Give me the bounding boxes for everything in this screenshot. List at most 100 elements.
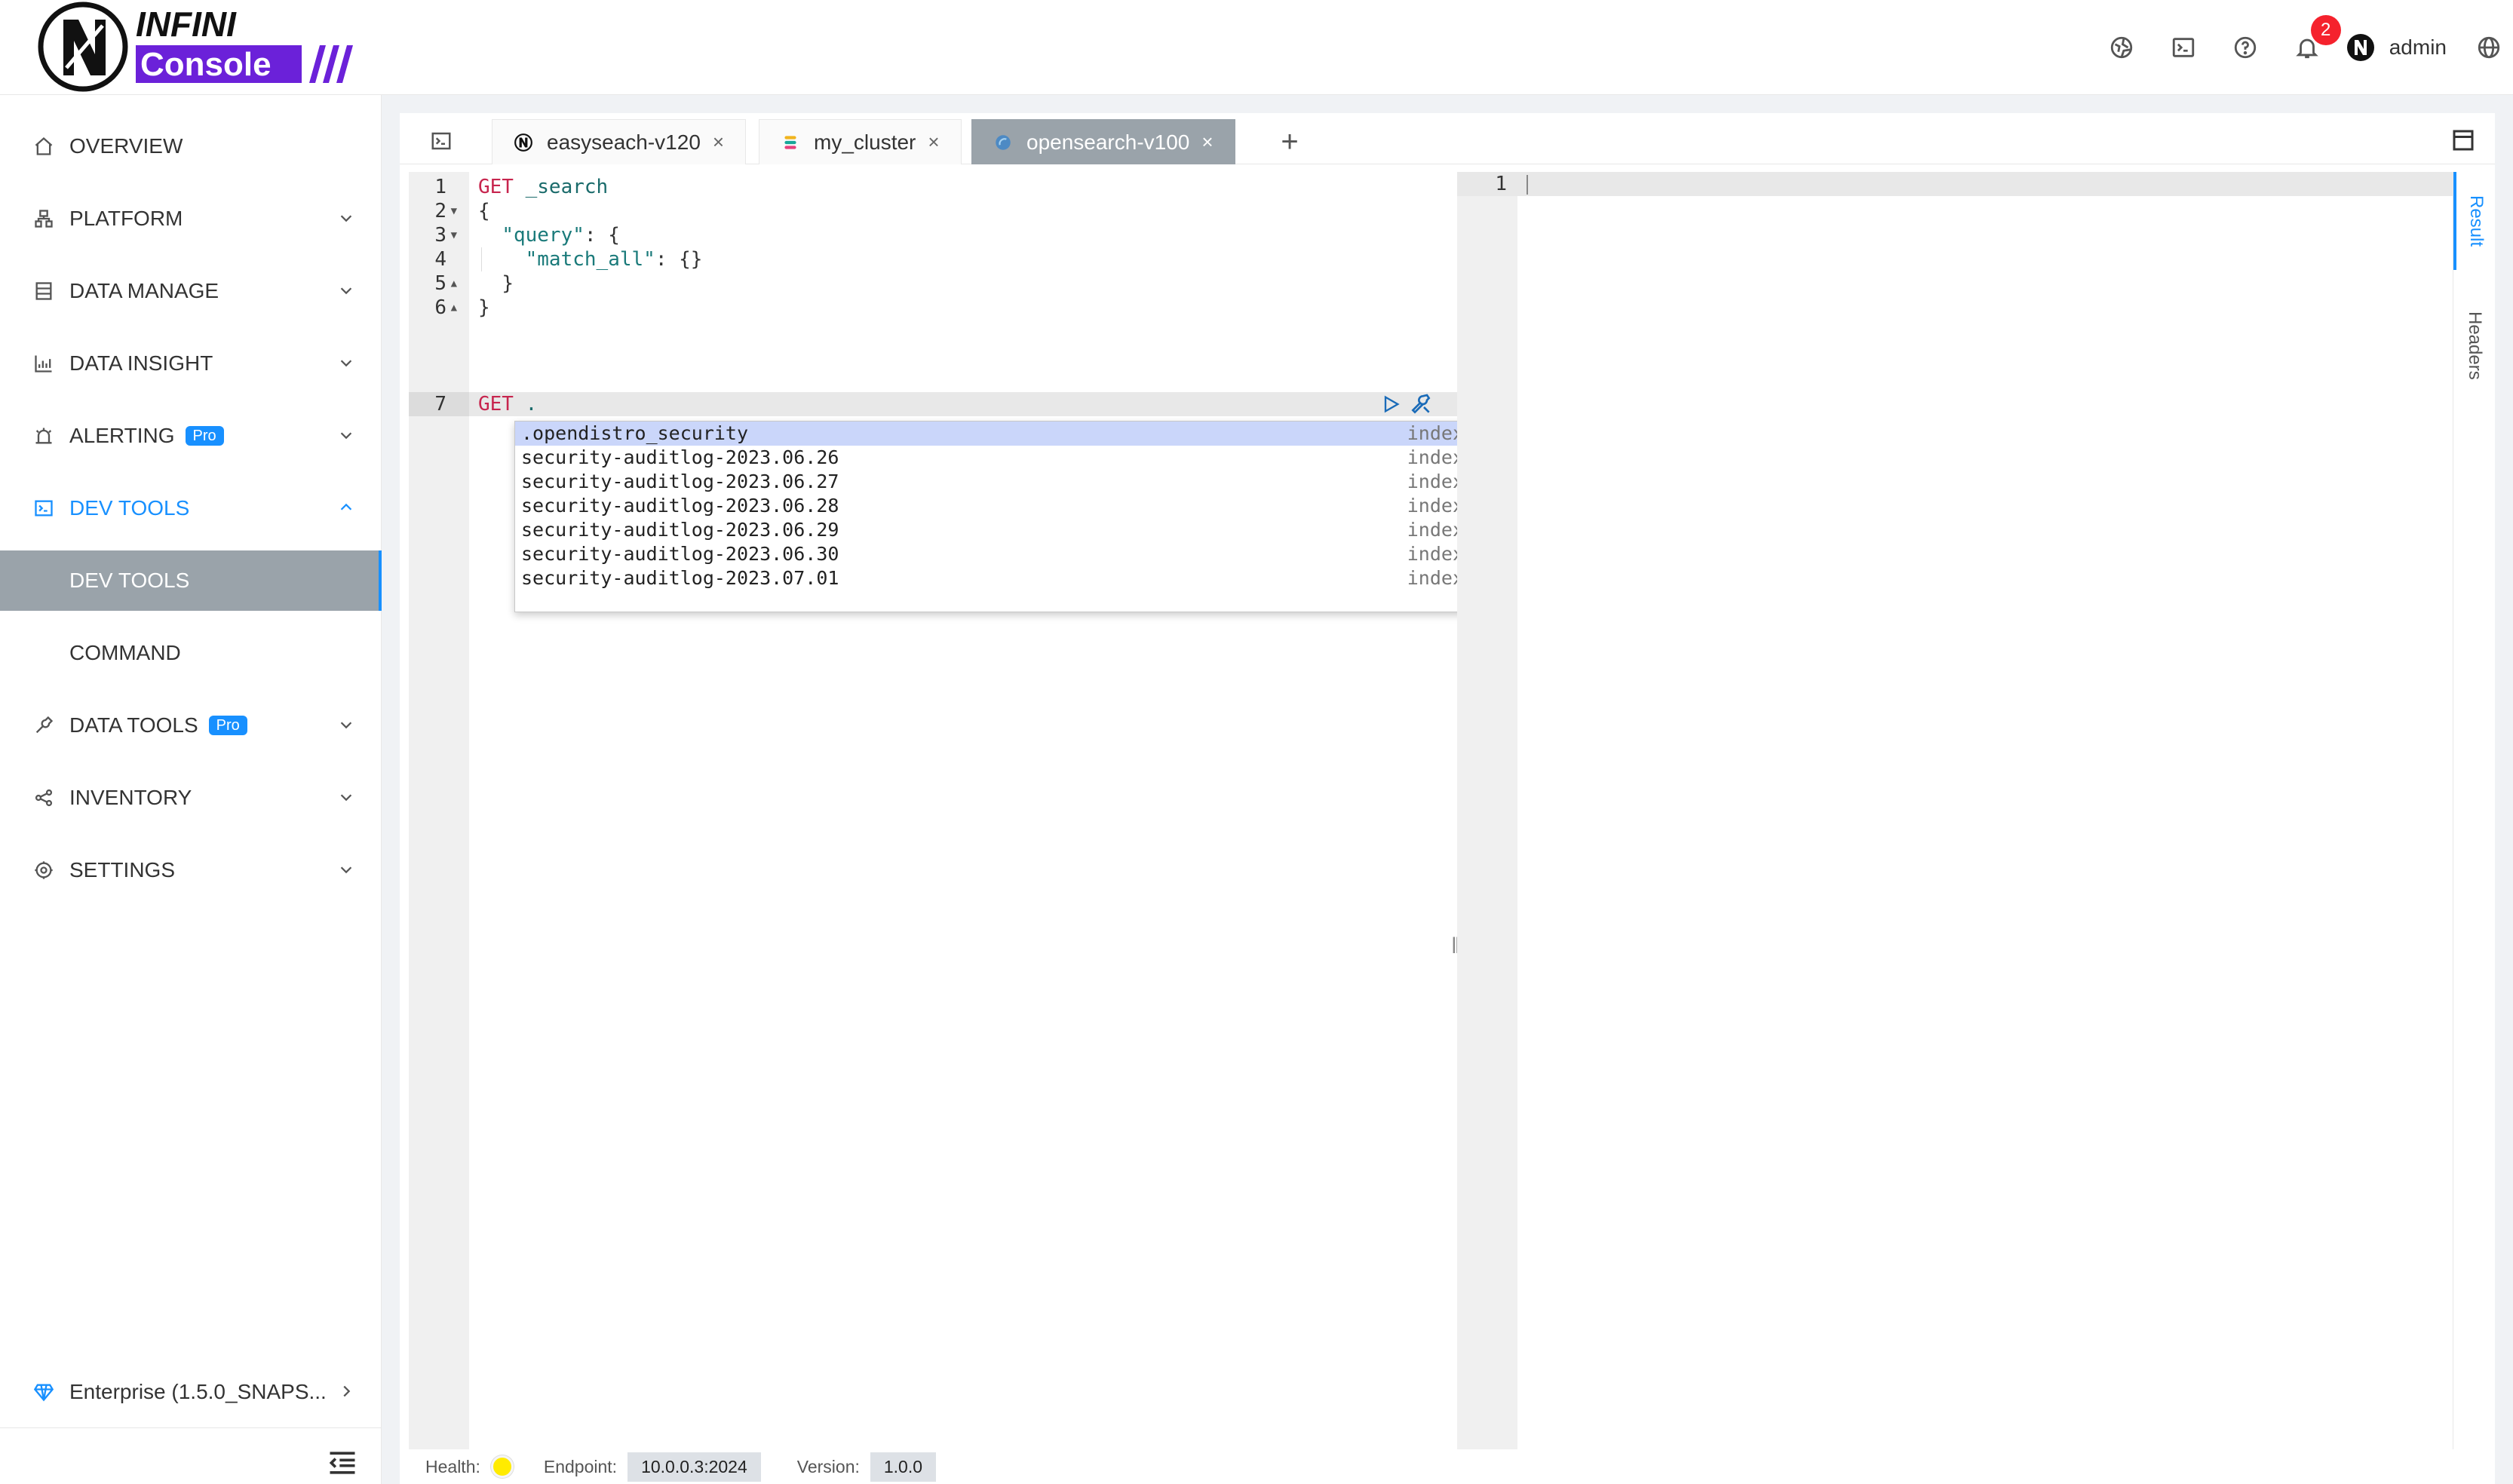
autocomplete-item[interactable]: security-auditlog-2023.07.01 index	[515, 566, 1479, 590]
chevron-down-icon	[340, 215, 352, 222]
console-icon[interactable]	[2152, 0, 2214, 95]
chevron-right-icon	[343, 1385, 351, 1397]
tab-my-cluster[interactable]: my_cluster ×	[759, 119, 962, 164]
add-tab-button[interactable]: +	[1267, 119, 1312, 164]
fold-icon[interactable]: ▼	[451, 199, 457, 223]
sidebar-item-data-tools[interactable]: DATA TOOLS Pro	[0, 695, 382, 756]
autocomplete-item[interactable]: .opendistro_security index	[515, 422, 1479, 446]
menu-fold-icon[interactable]	[326, 1446, 359, 1479]
text-cursor	[1527, 175, 1528, 195]
autocomplete-item[interactable]: security-auditlog-2023.06.29 index	[515, 518, 1479, 542]
line-number: 2 ▼	[434, 199, 457, 223]
fold-icon[interactable]: ▼	[451, 223, 457, 247]
close-icon[interactable]: ×	[713, 130, 724, 154]
gear-icon	[35, 861, 53, 879]
pro-badge: Pro	[185, 426, 224, 446]
sidebar-item-label: ALERTING	[69, 424, 175, 447]
code-line-2: {	[478, 200, 490, 222]
sidebar-item-label: INVENTORY	[69, 786, 192, 809]
close-icon[interactable]: ×	[928, 130, 939, 154]
top-header: INFINI Console 2 admin	[0, 0, 2513, 95]
tab-result[interactable]: Result	[2453, 172, 2496, 270]
help-icon[interactable]	[2214, 0, 2276, 95]
sidebar-subitem-dev-tools[interactable]: DEV TOOLS	[0, 550, 382, 611]
active-line-highlight	[469, 392, 1457, 416]
layout-toggle-icon[interactable]	[2450, 127, 2477, 154]
close-icon[interactable]: ×	[1201, 130, 1213, 154]
sidebar-item-inventory[interactable]: INVENTORY	[0, 768, 382, 828]
endpoint-value: 10.0.0.3:2024	[627, 1452, 761, 1482]
sidebar-item-label: DATA TOOLS	[69, 713, 198, 737]
sidebar-item-overview[interactable]: OVERVIEW	[0, 116, 382, 176]
line-number: 5 ▲	[434, 271, 457, 296]
sidebar-item-label: OVERVIEW	[69, 134, 183, 158]
edition-info[interactable]: Enterprise (1.5.0_SNAPS...	[0, 1362, 382, 1422]
line-number: 7	[434, 393, 446, 415]
chevron-down-icon	[340, 432, 352, 440]
autocomplete-item[interactable]: security-auditlog-2023.06.28 index	[515, 494, 1479, 518]
response-side-tabs: Result Headers	[2453, 172, 2495, 1449]
tab-headers[interactable]: Headers	[2453, 285, 2496, 406]
fold-icon[interactable]: ▲	[451, 271, 457, 296]
sidebar-subitem-command[interactable]: COMMAND	[0, 623, 382, 683]
autocomplete-item[interactable]: security-auditlog-2023.06.30 index	[515, 542, 1479, 566]
console-toggle-button[interactable]	[400, 118, 483, 164]
infini-console-logo[interactable]: INFINI Console	[36, 0, 380, 95]
version-label: Version:	[796, 1456, 860, 1476]
line-gutter	[409, 172, 469, 1449]
autocomplete-item[interactable]: security-auditlog-2023.06.26 index	[515, 446, 1479, 470]
status-bar: Health: Endpoint: 10.0.0.3:2024 Version:…	[409, 1449, 1457, 1484]
health-indicator	[490, 1455, 514, 1478]
pro-badge: Pro	[208, 716, 247, 735]
request-editor[interactable]: 1 2 ▼ 3 ▼ 4 5 ▲ 6 ▲ 7 GET _search { "query":…	[409, 172, 1495, 1449]
notification-badge: 2	[2310, 15, 2341, 45]
code-line-4: "match_all": {}	[525, 248, 703, 271]
sidebar-item-settings[interactable]: SETTINGS	[0, 840, 382, 900]
autocomplete-popup: .opendistro_security index security-audit…	[514, 421, 1495, 612]
fold-icon[interactable]: ▲	[451, 296, 457, 320]
opensearch-icon	[996, 134, 1011, 150]
edition-label: Enterprise (1.5.0_SNAPS...	[69, 1380, 327, 1403]
chart-icon	[35, 355, 52, 373]
autocomplete-item[interactable]: security-auditlog-2023.06.27 index	[515, 470, 1479, 494]
tab-easyseach-v120[interactable]: easyseach-v120 ×	[492, 119, 747, 164]
line-number: 6 ▲	[434, 296, 457, 320]
home-icon	[35, 136, 53, 155]
tab-label: easyseach-v120	[547, 130, 701, 154]
chevron-down-icon	[340, 287, 352, 295]
code-line-1: GET _search	[478, 176, 609, 198]
chevron-down-icon	[340, 866, 352, 874]
sidebar-item-data-insight[interactable]: DATA INSIGHT	[0, 333, 382, 394]
chevron-down-icon	[340, 360, 352, 367]
sidebar-subitem-label: DEV TOOLS	[69, 569, 190, 592]
line-number: 4	[434, 248, 446, 271]
console-icon	[35, 500, 53, 517]
health-label: Health:	[425, 1456, 480, 1476]
logo-text-console: Console	[140, 46, 272, 83]
sidebar-item-data-manage[interactable]: DATA MANAGE	[0, 261, 382, 321]
avatar-icon	[2346, 34, 2374, 61]
language-icon[interactable]	[2465, 0, 2513, 95]
logo-text-infini: INFINI	[136, 5, 237, 44]
share-icon	[35, 789, 53, 807]
tab-label: my_cluster	[814, 130, 916, 154]
chevron-down-icon	[340, 722, 352, 729]
tab-label: opensearch-v100	[1026, 130, 1190, 154]
response-viewer[interactable]: 1	[1457, 172, 2453, 1449]
line-number: 1	[434, 176, 446, 198]
alarm-icon	[35, 428, 52, 444]
sidebar-item-dev-tools[interactable]: DEV TOOLS	[0, 478, 382, 538]
sidebar-item-alerting[interactable]: ALERTING Pro	[0, 406, 382, 466]
tab-opensearch-v100[interactable]: opensearch-v100 ×	[971, 119, 1235, 164]
bell-icon[interactable]: 2	[2276, 0, 2341, 95]
dev-tools-panel: easyseach-v120 × my_cluster × opensearch…	[400, 113, 2495, 1484]
wrench-icon[interactable]	[1409, 392, 1433, 416]
elasticsearch-icon	[784, 135, 796, 149]
line-number: 1	[1495, 173, 1507, 195]
cluster-icon[interactable]	[2091, 0, 2152, 95]
sidebar-item-label: DEV TOOLS	[69, 496, 190, 520]
line-gutter	[1457, 172, 1517, 1449]
user-menu[interactable]: admin	[2338, 0, 2465, 95]
play-icon[interactable]	[1380, 394, 1401, 415]
sidebar-item-platform[interactable]: PLATFORM	[0, 189, 382, 249]
